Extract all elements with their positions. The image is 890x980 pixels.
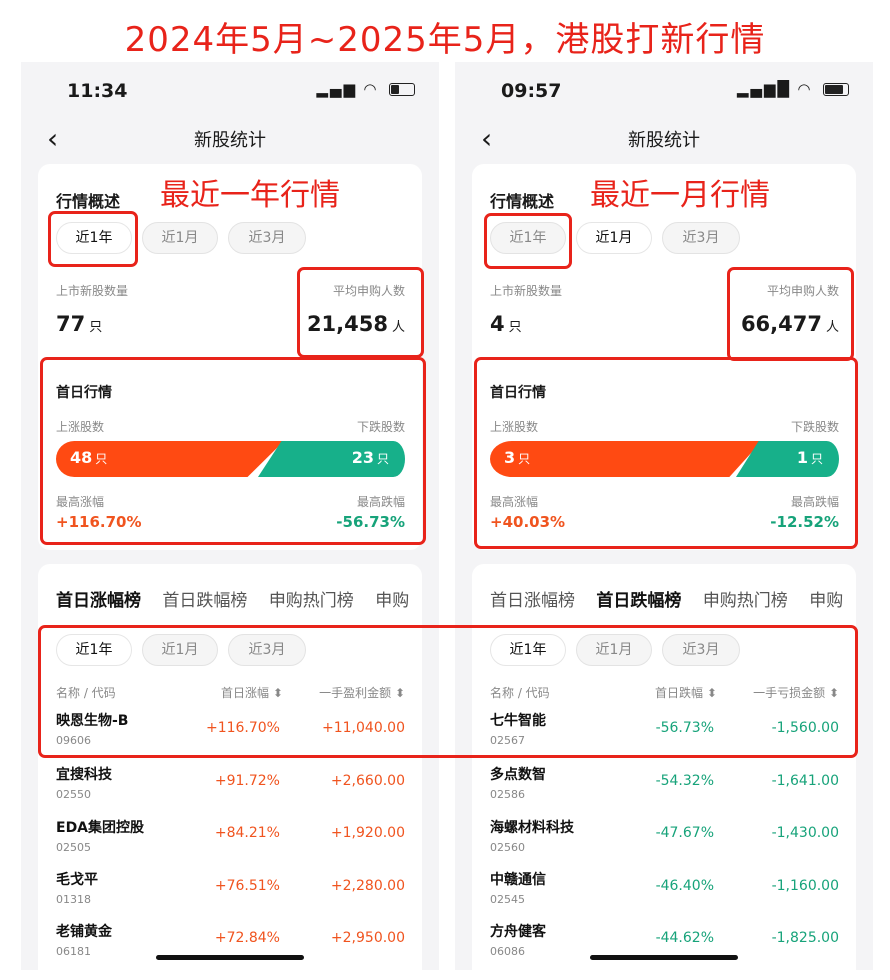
first-day-change: -54.32% [655, 773, 714, 789]
ranking-tabs: 首日涨幅榜 首日跌幅榜 申购热门榜 申购 [490, 586, 859, 611]
status-icons: ▂▄▆█ ◠ [737, 80, 849, 98]
stock-name: 多点数智 [490, 767, 546, 783]
page-title: 新股统计 [628, 130, 700, 151]
annotation-recent-year: 最近一年行情 [160, 178, 340, 213]
status-time: 11:34 [67, 80, 128, 102]
lot-loss: -1,430.00 [771, 825, 839, 841]
battery-icon [389, 83, 415, 96]
home-indicator[interactable] [590, 955, 738, 960]
highlight-box-1y-pill-right [484, 213, 572, 269]
signal-icon: ▂▄▆ [316, 80, 357, 98]
stock-name: 方舟健客 [490, 924, 546, 940]
stock-name: 毛戈平 [56, 872, 98, 888]
lot-loss: -1,825.00 [771, 930, 839, 946]
listed-count-label: 上市新股数量 [56, 284, 129, 298]
lot-profit: +2,950.00 [330, 930, 405, 946]
stock-code: 02545 [490, 893, 525, 906]
first-day-change: -46.40% [655, 878, 714, 894]
tab-first-day-gain[interactable]: 首日涨幅榜 [490, 591, 575, 611]
lot-loss: -1,641.00 [771, 773, 839, 789]
stock-code: 02505 [56, 841, 91, 854]
headline: 2024年5月~2025年5月，港股打新行情 [124, 20, 766, 60]
status-time: 09:57 [501, 80, 562, 102]
overview-title: 行情概述 [490, 192, 555, 211]
first-day-change: -44.62% [655, 930, 714, 946]
tab-subscription-more[interactable]: 申购 [809, 591, 843, 611]
wifi-icon: ◠ [364, 80, 378, 98]
wifi-icon: ◠ [798, 80, 812, 98]
stock-code: 01318 [56, 893, 91, 906]
listed-count-value: 4只 [490, 312, 522, 336]
lot-loss: -1,160.00 [771, 878, 839, 894]
highlight-box-1y-pill [48, 211, 138, 267]
tab-first-day-gain[interactable]: 首日涨幅榜 [56, 591, 141, 611]
home-indicator[interactable] [156, 955, 304, 960]
annotation-recent-month: 最近一月行情 [590, 178, 770, 213]
overview-title: 行情概述 [56, 192, 121, 211]
stock-code: 02560 [490, 841, 525, 854]
lot-profit: +2,280.00 [330, 878, 405, 894]
status-icons: ▂▄▆ ◠ [316, 80, 415, 98]
first-day-change: +84.21% [214, 825, 280, 841]
highlight-box-firstday-left [40, 357, 426, 545]
listed-count-label: 上市新股数量 [490, 284, 563, 298]
ranking-tabs: 首日涨幅榜 首日跌幅榜 申购热门榜 申购 [56, 586, 425, 611]
listed-count-value: 77 只 [56, 312, 103, 336]
highlight-box-top-rows [38, 625, 858, 758]
stock-name: 老铺黄金 [56, 924, 112, 940]
stock-code: 06086 [490, 945, 525, 958]
battery-icon [823, 83, 849, 96]
tab-hot-subscription[interactable]: 申购热门榜 [269, 591, 354, 611]
tab-subscription-more[interactable]: 申购 [375, 591, 409, 611]
tab-first-day-loss[interactable]: 首日跌幅榜 [162, 591, 247, 611]
first-day-change: +91.72% [214, 773, 280, 789]
stock-code: 02550 [56, 788, 91, 801]
first-day-change: +72.84% [214, 930, 280, 946]
lot-profit: +2,660.00 [330, 773, 405, 789]
highlight-box-avg-left [297, 267, 424, 358]
tab-first-day-loss[interactable]: 首日跌幅榜 [596, 591, 681, 611]
filter-pill-1m[interactable]: 近1月 [576, 222, 652, 254]
stock-name: 海螺材料科技 [490, 820, 574, 836]
stock-name: 中赣通信 [490, 872, 546, 888]
tab-hot-subscription[interactable]: 申购热门榜 [703, 591, 788, 611]
filter-pill-3m[interactable]: 近3月 [662, 222, 740, 254]
filter-pill-3m[interactable]: 近3月 [228, 222, 306, 254]
lot-profit: +1,920.00 [330, 825, 405, 841]
signal-icon: ▂▄▆█ [736, 80, 791, 98]
highlight-box-avg-right [727, 267, 854, 361]
stock-name: 宜搜科技 [56, 767, 112, 783]
stock-code: 06181 [56, 945, 91, 958]
first-day-change: -47.67% [655, 825, 714, 841]
stock-name: EDA集团控股 [56, 820, 145, 836]
first-day-change: +76.51% [214, 878, 280, 894]
stock-code: 02586 [490, 788, 525, 801]
highlight-box-firstday-right [474, 357, 858, 549]
page-title: 新股统计 [194, 130, 266, 151]
filter-pill-1m[interactable]: 近1月 [142, 222, 218, 254]
